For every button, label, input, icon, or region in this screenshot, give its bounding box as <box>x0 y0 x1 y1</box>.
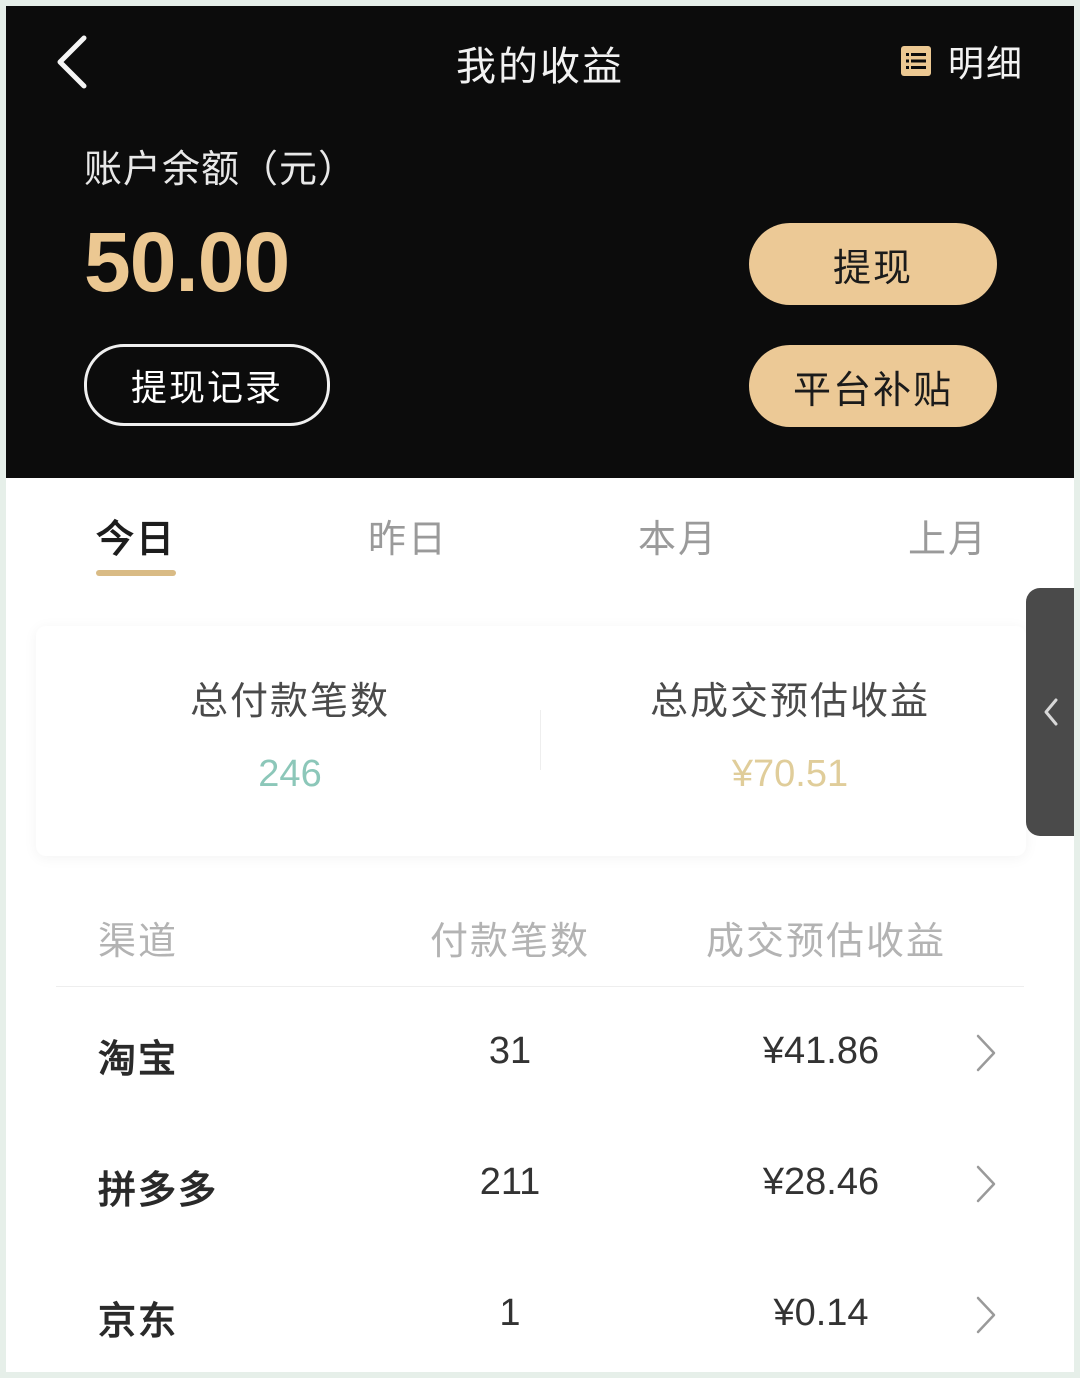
earnings-header: 我的收益 明细 账户余额（元） 50.00 提现记录 提现 平台补贴 <box>6 6 1074 478</box>
balance-label: 账户余额（元） <box>84 147 358 191</box>
channel-name: 京东 <box>98 1299 179 1343</box>
chevron-right-icon <box>976 1296 996 1334</box>
tab-last-month[interactable]: 上月 <box>908 508 988 563</box>
detail-label: 明细 <box>947 44 1024 85</box>
estimated-income: ¥41.86 <box>762 1030 880 1072</box>
payment-count: 1 <box>499 1292 521 1334</box>
estimated-income: ¥28.46 <box>762 1161 880 1203</box>
list-icon <box>900 45 932 77</box>
withdraw-button[interactable]: 提现 <box>749 223 997 305</box>
active-tab-indicator <box>96 570 176 576</box>
tab-yesterday[interactable]: 昨日 <box>368 508 448 563</box>
total-payments-label: 总付款笔数 <box>189 679 390 723</box>
table-row[interactable]: 淘宝 31 ¥41.86 <box>6 988 1074 1118</box>
platform-subsidy-button[interactable]: 平台补贴 <box>749 345 997 427</box>
total-payments-block: 总付款笔数 246 <box>90 670 490 796</box>
tab-today[interactable]: 今日 <box>96 508 176 563</box>
column-header-payments: 付款笔数 <box>429 919 590 963</box>
payment-count: 31 <box>488 1030 532 1072</box>
tab-this-month[interactable]: 本月 <box>638 508 718 563</box>
table-divider <box>56 986 1024 987</box>
channel-name: 拼多多 <box>98 1168 219 1212</box>
channel-name: 淘宝 <box>98 1037 179 1081</box>
payment-count: 211 <box>479 1161 541 1203</box>
withdraw-record-button[interactable]: 提现记录 <box>84 344 330 426</box>
side-drawer-handle[interactable] <box>1026 588 1074 836</box>
balance-value: 50.00 <box>84 215 290 309</box>
app-frame: 我的收益 明细 账户余额（元） 50.00 提现记录 提现 平台补贴 今日 昨日… <box>6 6 1074 1372</box>
detail-button[interactable]: 明细 <box>900 36 1024 86</box>
chevron-right-icon <box>976 1034 996 1072</box>
total-payments-value: 246 <box>258 753 322 795</box>
column-header-income: 成交预估收益 <box>705 919 946 963</box>
table-row[interactable]: 京东 1 ¥0.14 <box>6 1250 1074 1372</box>
summary-card: 总付款笔数 246 总成交预估收益 ¥70.51 <box>36 626 1026 856</box>
total-income-block: 总成交预估收益 ¥70.51 <box>590 670 990 796</box>
column-header-channel: 渠道 <box>98 919 179 963</box>
channel-table-header: 渠道 付款笔数 成交预估收益 <box>6 892 1074 992</box>
estimated-income: ¥0.14 <box>773 1292 869 1334</box>
total-income-value: ¥70.51 <box>731 753 849 795</box>
chevron-left-icon <box>1044 698 1058 726</box>
total-income-label: 总成交预估收益 <box>649 679 930 723</box>
table-row[interactable]: 拼多多 211 ¥28.46 <box>6 1119 1074 1249</box>
chevron-right-icon <box>976 1165 996 1203</box>
summary-divider <box>540 710 541 770</box>
period-tabs: 今日 昨日 本月 上月 <box>6 478 1074 588</box>
